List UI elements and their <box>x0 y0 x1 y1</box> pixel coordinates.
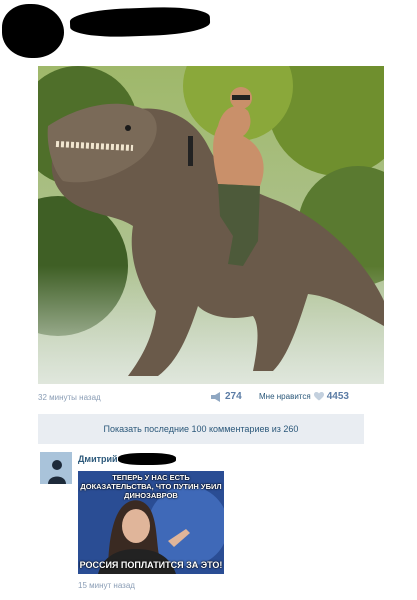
comment-avatar[interactable] <box>40 452 72 484</box>
show-comments-label: Показать последние 100 комментариев из 2… <box>103 424 299 434</box>
comment-meme-image[interactable]: ТЕПЕРЬ У НАС ЕСТЬ ДОКАЗАТЕЛЬСТВА, ЧТО ПУ… <box>78 471 224 574</box>
redacted-comment-surname <box>118 453 176 465</box>
show-comments-button[interactable]: Показать последние 100 комментариев из 2… <box>38 414 364 444</box>
like-count: 4453 <box>326 391 349 402</box>
redacted-author-name <box>69 5 211 39</box>
post-meta: 32 минуты назад 274 Мне нравится 4453 <box>38 390 384 406</box>
redacted-avatar <box>2 4 64 58</box>
repost-button[interactable]: 274 <box>210 391 242 402</box>
meme-bottom-caption: РОССИЯ ПОПЛАТИТСЯ ЗА ЭТО! <box>79 560 223 570</box>
repost-count: 274 <box>225 391 242 402</box>
heart-icon <box>313 392 324 401</box>
comment-time[interactable]: 15 минут назад <box>78 581 135 590</box>
post-photo[interactable] <box>38 66 384 384</box>
comment-author[interactable]: Дмитрий <box>78 454 118 464</box>
like-button[interactable]: Мне нравится 4453 <box>259 391 349 402</box>
meme-top-caption: ТЕПЕРЬ У НАС ЕСТЬ ДОКАЗАТЕЛЬСТВА, ЧТО ПУ… <box>80 473 222 500</box>
megaphone-icon <box>211 391 220 402</box>
like-label: Мне нравится <box>259 392 311 401</box>
post-time[interactable]: 32 минуты назад <box>38 393 101 402</box>
